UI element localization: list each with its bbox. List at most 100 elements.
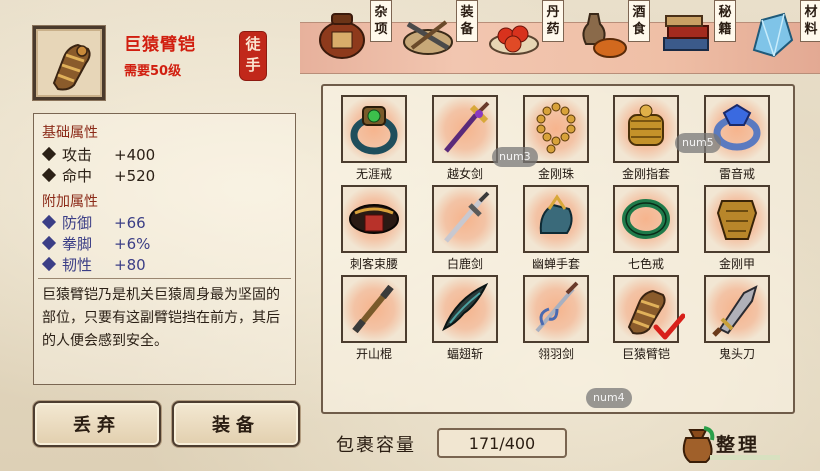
slot-label: 刺客束腰 — [349, 257, 398, 271]
food-wine-icon — [582, 13, 627, 58]
inventory-slot[interactable]: 七色戒 — [613, 185, 679, 273]
tab-manuals[interactable]: 秘籍 — [658, 0, 744, 68]
tab-pills[interactable]: 丹药 — [486, 0, 572, 68]
equip-button[interactable]: 装备 — [172, 401, 300, 447]
tab-pills-label: 丹药 — [542, 0, 564, 42]
white-sword-icon — [444, 191, 490, 243]
inventory-slot-selected[interactable]: 巨猿臂铠 — [613, 275, 685, 363]
item-stats-panel: 基础属性 攻击 +400 命中 +520 附加属性 防御 +66 拳脚 +6% 韧性 +8… — [33, 113, 296, 385]
books-icon — [663, 15, 709, 51]
crystal-icon — [752, 12, 794, 58]
scroll-weapons-icon — [403, 20, 453, 55]
jade-ring-icon — [622, 199, 670, 239]
discard-button[interactable]: 丢弃 — [33, 401, 161, 447]
stat-value: +80 — [114, 256, 146, 274]
purple-sword-icon — [444, 101, 490, 153]
diamond-bullet-icon — [41, 214, 57, 230]
overlay-tag: num3 — [492, 147, 538, 167]
tab-equipment-label: 装备 — [456, 0, 478, 42]
stat-name: 韧性 — [62, 256, 93, 274]
inventory-slot[interactable]: 鬼头刀 — [704, 275, 770, 363]
seal-text: 徒手 — [245, 35, 261, 74]
belt-icon — [349, 204, 399, 234]
stat-value: +520 — [114, 167, 156, 185]
sort-button[interactable]: 整理 — [676, 424, 786, 464]
slot-label: 金刚珠 — [537, 167, 574, 181]
slot-label: 白鹿剑 — [446, 257, 483, 271]
broadsword-icon — [712, 285, 758, 337]
stat-name: 拳脚 — [62, 235, 93, 253]
item-level-requirement: 需要50级 — [124, 64, 182, 79]
ring-green-gem-icon — [350, 106, 398, 155]
overlay-tag: num4 — [586, 388, 632, 408]
stat-value: +6% — [114, 235, 151, 253]
tab-misc-label: 杂项 — [370, 0, 392, 42]
capacity-label: 包裹容量 — [336, 435, 416, 456]
slot-label: 开山棍 — [355, 347, 392, 361]
inventory-slot[interactable]: 金刚珠 — [523, 95, 589, 183]
inventory-slot[interactable]: 无涯戒 — [341, 95, 407, 183]
inventory-slot[interactable]: 幽蝉手套 — [523, 185, 589, 273]
stat-attack: 攻击 +400 — [41, 144, 156, 165]
base-attributes-title: 基础属性 — [42, 125, 98, 141]
slot-label: 鬼头刀 — [718, 347, 755, 361]
diamond-bullet-icon — [41, 167, 57, 183]
stat-defense: 防御 +66 — [41, 212, 146, 233]
stat-fist: 拳脚 +6% — [41, 233, 151, 254]
bat-blade-icon — [442, 282, 489, 332]
tab-manuals-label: 秘籍 — [714, 0, 736, 42]
cicada-glove-icon — [539, 194, 573, 234]
overlay-tag: num5 — [675, 133, 721, 153]
equipped-check-icon — [653, 313, 685, 340]
tab-misc[interactable]: 杂项 — [314, 0, 400, 68]
bonus-attributes-title: 附加属性 — [42, 194, 98, 210]
inventory-slot[interactable]: 刺客束腰 — [341, 185, 407, 273]
feather-sword-icon — [535, 281, 579, 333]
tab-materials-label: 材料 — [800, 0, 820, 42]
slot-label: 雷音戒 — [718, 167, 755, 181]
sort-label: 整理 — [716, 434, 761, 456]
stat-name: 防御 — [62, 214, 93, 232]
slot-label: 巨猿臂铠 — [621, 347, 670, 361]
diamond-bullet-icon — [41, 256, 57, 272]
weapon-type-seal: 徒手 — [240, 32, 266, 80]
wine-jar-icon — [319, 13, 365, 59]
stat-name: 命中 — [62, 167, 93, 185]
stat-value: +400 — [114, 146, 156, 164]
item-name: 巨猿臂铠 — [124, 35, 196, 55]
inventory-slot[interactable]: 金刚甲 — [704, 185, 770, 273]
stat-name: 攻击 — [62, 146, 93, 164]
tab-food[interactable]: 酒食 — [572, 0, 658, 68]
slot-label: 翎羽剑 — [537, 347, 574, 361]
slot-label: 越女剑 — [446, 167, 483, 181]
tab-equipment[interactable]: 装备 — [400, 0, 486, 68]
diamond-bullet-icon — [41, 235, 57, 251]
tab-materials[interactable]: 材料 — [744, 0, 820, 68]
item-description: 巨猿臂铠乃是机关巨猿周身最为坚固的部位，只要有这副臂铠挡在前方，其后的人便会感到… — [42, 287, 280, 349]
stat-toughness: 韧性 +80 — [41, 254, 146, 275]
red-pills-icon — [489, 25, 539, 55]
inventory-slot[interactable]: 蝠翅斩 — [432, 275, 498, 363]
diamond-bullet-icon — [41, 146, 57, 162]
inventory-slot[interactable]: 金刚指套 — [613, 95, 679, 183]
divider — [38, 278, 291, 279]
slot-label: 蝠翅斩 — [446, 347, 483, 361]
inventory-slot[interactable]: 越女剑 — [432, 95, 498, 183]
inventory-slot[interactable]: 翎羽剑 — [523, 275, 589, 363]
staff-icon — [352, 284, 394, 334]
inventory-slot[interactable]: 白鹿剑 — [432, 185, 498, 273]
slot-label: 金刚甲 — [718, 257, 755, 271]
gauntlet-icon — [52, 43, 91, 91]
tab-food-label: 酒食 — [628, 0, 650, 42]
inventory-slot[interactable]: 开山棍 — [341, 275, 407, 363]
stat-value: +66 — [114, 214, 146, 232]
golden-armor-icon — [716, 200, 758, 240]
stat-accuracy: 命中 +520 — [41, 165, 156, 186]
golden-knuckle-icon — [628, 104, 664, 146]
capacity-value: 171/400 — [437, 428, 567, 458]
slot-label: 七色戒 — [627, 257, 664, 271]
slot-label: 无涯戒 — [355, 167, 392, 181]
selected-item-portrait — [33, 26, 105, 100]
slot-label: 金刚指套 — [621, 167, 670, 181]
slot-label: 幽蝉手套 — [531, 257, 580, 271]
